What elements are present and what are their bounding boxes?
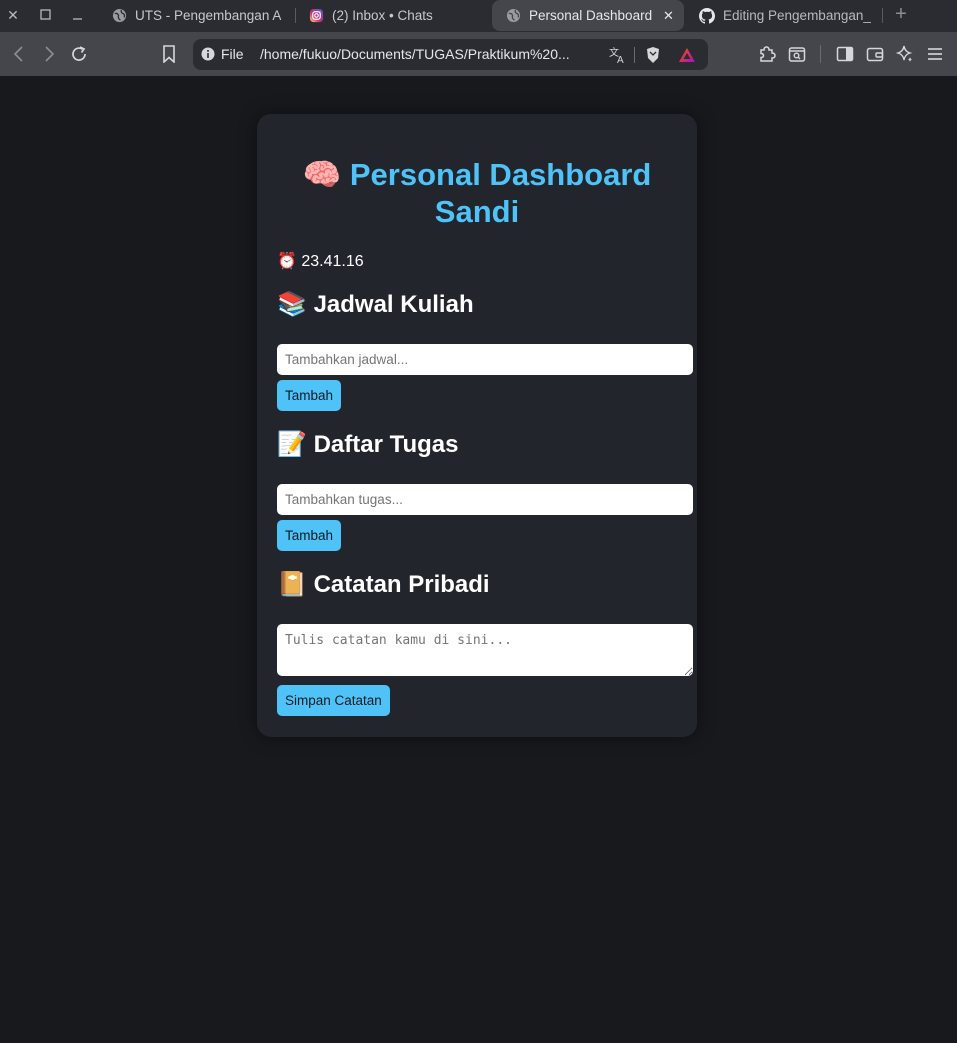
leo-ai-icon[interactable] bbox=[893, 42, 917, 66]
minimize-window-icon[interactable] bbox=[65, 4, 89, 26]
notes-heading: 📔 Catatan Pribadi bbox=[277, 571, 490, 599]
brave-shield-icon[interactable] bbox=[644, 46, 662, 64]
add-schedule-button[interactable]: Tambah bbox=[277, 380, 342, 411]
svg-text:A: A bbox=[617, 55, 624, 64]
tab-inbox[interactable]: (2) Inbox • Chats bbox=[308, 0, 478, 31]
wallet-icon[interactable] bbox=[863, 42, 887, 66]
new-tab-icon[interactable]: + bbox=[891, 4, 911, 26]
bookmark-icon[interactable] bbox=[157, 42, 181, 66]
tab-title: (2) Inbox • Chats bbox=[332, 8, 433, 23]
dashboard-card: 🧠 Personal Dashboard Sandi ⏰ 23.41.16 📚 … bbox=[257, 114, 697, 737]
notebook-icon: 📔 bbox=[277, 571, 307, 598]
clock-time: 23.41.16 bbox=[301, 253, 364, 270]
schedule-heading: 📚 Jadwal Kuliah bbox=[277, 291, 474, 319]
screenshot-search-icon[interactable] bbox=[785, 42, 809, 66]
extensions-icon[interactable] bbox=[755, 42, 779, 66]
close-window-icon[interactable]: ✕ bbox=[1, 4, 25, 26]
tab-title: Personal Dashboard bbox=[529, 8, 652, 23]
tab-divider bbox=[882, 8, 883, 23]
github-icon bbox=[699, 7, 715, 24]
close-tab-icon[interactable]: ✕ bbox=[663, 8, 674, 24]
maximize-window-icon[interactable] bbox=[33, 4, 57, 26]
brain-icon: 🧠 bbox=[302, 157, 342, 192]
task-input[interactable] bbox=[277, 484, 693, 515]
menu-icon[interactable] bbox=[923, 42, 947, 66]
back-icon[interactable] bbox=[7, 42, 31, 66]
tab-title: UTS - Pengembangan A bbox=[135, 8, 282, 23]
page-title: 🧠 Personal Dashboard Sandi bbox=[257, 156, 697, 230]
save-note-button[interactable]: Simpan Catatan bbox=[277, 685, 390, 716]
tab-title: Editing Pengembangan_ bbox=[723, 8, 871, 23]
tab-uts[interactable]: UTS - Pengembangan A bbox=[111, 0, 283, 31]
reload-icon[interactable] bbox=[67, 42, 91, 66]
browser-toolbar: File /home/fukuo/Documents/TUGAS/Praktik… bbox=[0, 32, 957, 76]
page-title-text: Personal Dashboard Sandi bbox=[349, 157, 652, 229]
clock: ⏰ 23.41.16 bbox=[277, 253, 364, 271]
tab-github-editing[interactable]: Editing Pengembangan_ bbox=[699, 0, 871, 31]
info-icon[interactable] bbox=[201, 47, 215, 61]
schedule-heading-text: Jadwal Kuliah bbox=[313, 291, 474, 318]
notes-textarea[interactable] bbox=[277, 624, 693, 676]
globe-icon bbox=[111, 8, 127, 24]
alarm-clock-icon: ⏰ bbox=[277, 253, 297, 270]
books-icon: 📚 bbox=[277, 291, 307, 318]
instagram-icon bbox=[308, 8, 324, 24]
url-text[interactable]: /home/fukuo/Documents/TUGAS/Praktikum%20… bbox=[260, 39, 595, 70]
address-bar[interactable]: File /home/fukuo/Documents/TUGAS/Praktik… bbox=[193, 39, 708, 70]
tab-personal-dashboard[interactable]: Personal Dashboard ✕ bbox=[492, 0, 684, 31]
tab-strip: ✕ UTS - Pengembangan A (2) Inbox • Chats… bbox=[0, 0, 957, 32]
sidebar-icon[interactable] bbox=[833, 42, 857, 66]
translate-icon[interactable]: 文A bbox=[609, 46, 627, 64]
memo-icon: 📝 bbox=[277, 431, 307, 458]
globe-icon bbox=[505, 8, 521, 24]
tab-divider bbox=[295, 8, 296, 23]
add-task-button[interactable]: Tambah bbox=[277, 520, 342, 551]
toolbar-divider bbox=[820, 45, 821, 63]
forward-icon[interactable] bbox=[37, 42, 61, 66]
notes-heading-text: Catatan Pribadi bbox=[313, 571, 490, 598]
schedule-input[interactable] bbox=[277, 344, 693, 375]
brave-rewards-icon[interactable] bbox=[678, 46, 696, 64]
url-divider bbox=[634, 47, 635, 63]
tasks-heading: 📝 Daftar Tugas bbox=[277, 431, 458, 459]
url-scheme-label: File bbox=[221, 46, 244, 62]
tasks-heading-text: Daftar Tugas bbox=[313, 431, 459, 458]
